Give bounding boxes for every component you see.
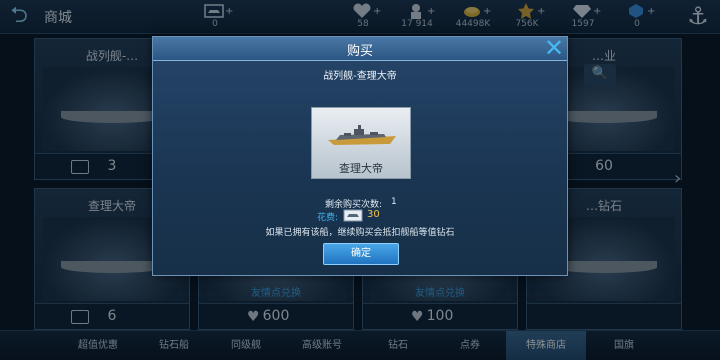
remaining-purchases-value: 1 — [391, 197, 397, 207]
dialog-header: 购买 ✕ — [153, 36, 567, 61]
purchase-dialog: 购买 ✕ 战列舰-查理大帝 查理大帝 剩余购买次数: 1 花费: 30 如果已拥… — [152, 36, 568, 276]
close-icon[interactable]: ✕ — [541, 36, 567, 61]
ship-badge-icon — [343, 209, 363, 222]
ownership-note: 如果已拥有该船，继续购买会抵扣舰船等值钻石 — [265, 228, 455, 238]
cost-value: 30 — [367, 209, 380, 220]
cost-label: 花费: — [317, 213, 339, 223]
dialog-title: 购买 — [346, 44, 373, 59]
item-preview: 查理大帝 — [311, 107, 411, 179]
ship-name: 战列舰-查理大帝 — [323, 71, 397, 82]
battleship-icon — [328, 125, 396, 145]
confirm-button[interactable]: 确定 — [323, 243, 399, 265]
item-label: 查理大帝 — [339, 162, 383, 175]
